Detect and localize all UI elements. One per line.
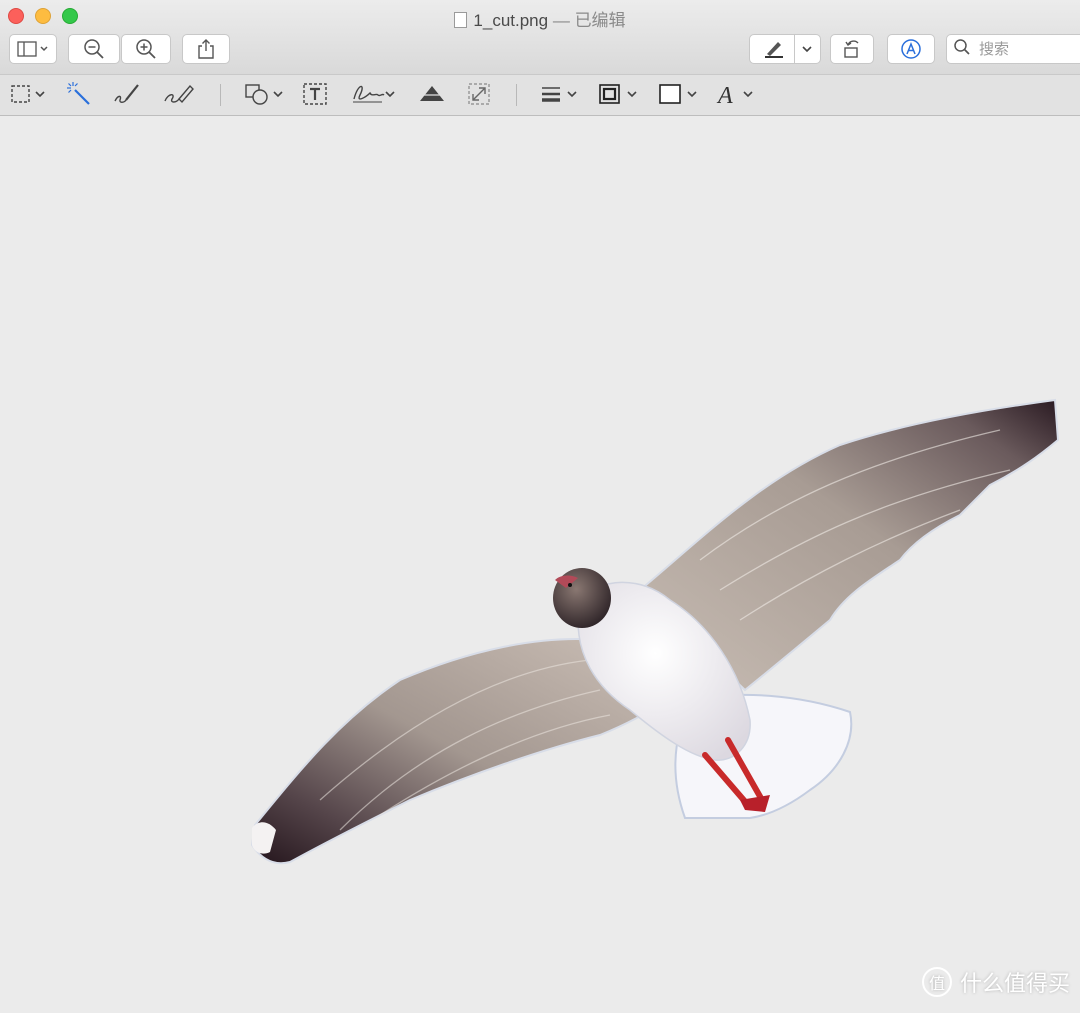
zoom-out-button[interactable] bbox=[68, 34, 120, 64]
border-color-icon bbox=[598, 81, 640, 112]
search-field[interactable] bbox=[946, 34, 1080, 64]
zoom-in-button[interactable] bbox=[121, 34, 171, 64]
watermark-text: 什么值得买 bbox=[959, 971, 1070, 996]
seagull-image bbox=[250, 398, 1060, 865]
chevron-down-icon bbox=[800, 42, 814, 56]
selection-tool-button[interactable] bbox=[10, 82, 48, 110]
border-color-button[interactable] bbox=[598, 82, 640, 110]
fill-color-icon bbox=[658, 81, 702, 112]
instant-alpha-button[interactable] bbox=[66, 81, 92, 112]
pen-dropdown-button[interactable] bbox=[749, 34, 821, 64]
search-icon bbox=[953, 38, 971, 61]
shapes-icon bbox=[244, 81, 286, 112]
zoom-out-icon bbox=[83, 38, 105, 60]
rect-select-icon bbox=[10, 83, 48, 110]
zoom-in-icon bbox=[135, 38, 157, 60]
adjust-size-button[interactable] bbox=[466, 82, 492, 110]
rotate-button[interactable] bbox=[830, 34, 874, 64]
pen-icon bbox=[762, 38, 786, 60]
adjust-color-button[interactable] bbox=[416, 82, 448, 110]
watermark: 值 什么值得买 bbox=[921, 966, 1070, 998]
minimize-window-button[interactable] bbox=[35, 8, 51, 24]
adjust-color-icon bbox=[416, 81, 448, 112]
toolbar-separator bbox=[516, 84, 517, 106]
markup-button[interactable] bbox=[887, 34, 935, 64]
sketch-button[interactable] bbox=[112, 82, 142, 110]
instant-alpha-icon bbox=[66, 81, 92, 112]
draw-icon bbox=[162, 81, 196, 112]
adjust-size-icon bbox=[466, 81, 492, 112]
text-tool-button[interactable] bbox=[302, 82, 328, 110]
fill-color-button[interactable] bbox=[658, 82, 702, 110]
maximize-window-button[interactable] bbox=[62, 8, 78, 24]
svg-text:A: A bbox=[716, 83, 733, 107]
search-input[interactable] bbox=[977, 39, 1071, 59]
image-canvas[interactable] bbox=[0, 116, 1080, 1008]
sketch-icon bbox=[112, 81, 142, 112]
share-button[interactable] bbox=[182, 34, 230, 64]
close-window-button[interactable] bbox=[8, 8, 24, 24]
toolbar-separator bbox=[220, 84, 221, 106]
text-style-icon: A bbox=[716, 81, 758, 112]
text-icon bbox=[302, 81, 328, 112]
sidebar-button[interactable] bbox=[9, 34, 57, 64]
line-style-icon bbox=[540, 81, 582, 112]
watermark-logo: 值 bbox=[921, 967, 952, 997]
sign-icon bbox=[350, 81, 398, 112]
markup-icon bbox=[900, 38, 922, 60]
rotate-icon bbox=[841, 38, 863, 60]
share-icon bbox=[196, 38, 216, 60]
line-style-button[interactable] bbox=[540, 82, 582, 110]
pen-divider bbox=[794, 35, 795, 63]
draw-button[interactable] bbox=[162, 82, 196, 110]
text-style-button[interactable]: A bbox=[716, 82, 758, 110]
shapes-button[interactable] bbox=[244, 82, 286, 110]
sign-button[interactable] bbox=[350, 82, 398, 110]
sidebar-icon bbox=[16, 40, 50, 58]
